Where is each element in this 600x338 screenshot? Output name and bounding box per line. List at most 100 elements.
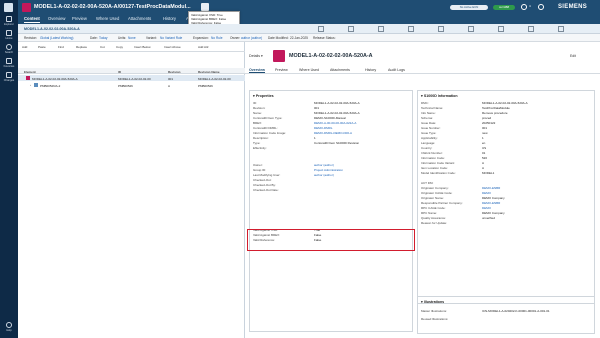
- s1000d-header[interactable]: ▾ S1000D Information: [421, 94, 458, 98]
- property-label: Model Identification Code:: [421, 171, 456, 175]
- property-label: Originator CAGE Code:: [421, 191, 453, 195]
- property-value[interactable]: DEMO-ENBR: [482, 201, 500, 205]
- details-tab-where-used[interactable]: Where Used: [299, 68, 319, 72]
- illustrations-section: ▾ Illustrations Master Illustrations: ICN…: [417, 296, 595, 334]
- nav-home[interactable]: Home: [0, 30, 18, 40]
- property-value[interactable]: author (author): [314, 173, 334, 177]
- home-icon: [6, 30, 12, 36]
- owner-link[interactable]: author (author): [241, 36, 262, 40]
- search-icon: [6, 44, 12, 50]
- user-chip[interactable]: cern388: [493, 5, 515, 10]
- property-label: Type:: [253, 141, 261, 145]
- property-label: Last Modifying User:: [253, 173, 281, 177]
- details-tab-history[interactable]: History: [365, 68, 376, 72]
- action-icon[interactable]: [468, 26, 474, 32]
- nav-explorer[interactable]: Explorer: [0, 16, 18, 26]
- property-label: Cortona3D DMRL:: [253, 126, 278, 130]
- chevron-right-icon[interactable]: ›: [30, 83, 31, 87]
- tab-where-used[interactable]: Where Used: [96, 16, 119, 21]
- property-label: RPC Name:: [421, 211, 438, 215]
- property-value[interactable]: DEMO: [482, 206, 491, 210]
- details-tab-overview[interactable]: Overview: [249, 68, 265, 73]
- property-value: US: [482, 146, 487, 150]
- details-tab-attachments[interactable]: Attachments: [330, 68, 350, 72]
- tree-header: Element ID Revision Revision Name: [18, 68, 245, 74]
- settings-icon[interactable]: [538, 4, 544, 10]
- property-value: MODEL1-A-02-02-02-00A-520A-A: [314, 111, 360, 115]
- property-label: Checked-Out Date:: [253, 188, 279, 192]
- property-value[interactable]: DEMO-ENBR: [482, 186, 500, 190]
- property-label: InWork Number:: [421, 151, 443, 155]
- property-value[interactable]: DEMO-DMRL: [314, 126, 333, 130]
- units-select[interactable]: None: [128, 36, 136, 40]
- details-tab-audit-logs[interactable]: Audit Logs: [388, 68, 405, 72]
- variant-select[interactable]: No Variant Rule: [160, 36, 182, 40]
- property-label: Technical Name:: [421, 106, 444, 110]
- date-select[interactable]: Today: [99, 36, 108, 40]
- tab-history[interactable]: History: [163, 16, 176, 21]
- edit-button[interactable]: Edit: [570, 54, 576, 58]
- replace-button[interactable]: Replace: [76, 45, 87, 49]
- property-label: DMC:: [421, 101, 429, 105]
- notifications-icon[interactable]: [521, 4, 527, 10]
- nav-favorites[interactable]: Favorites: [0, 58, 18, 68]
- nav-changes[interactable]: Changes: [0, 72, 18, 82]
- action-icon[interactable]: [438, 26, 444, 32]
- property-label: ACT DM:: [421, 181, 434, 185]
- action-icon[interactable]: [408, 26, 414, 32]
- details-panel: Details ▾ MODEL1-A-02-02-02-00A-520A-A E…: [245, 42, 600, 338]
- find-button[interactable]: Find: [58, 45, 64, 49]
- tree-toolbar: Add Paste Find Replace Cut Copy Insert B…: [18, 42, 245, 52]
- action-icon[interactable]: [318, 26, 324, 32]
- add-button[interactable]: Add: [22, 45, 27, 49]
- table-row[interactable]: MODEL1-A-02-02-02-00A-520A-A MODEL1-A-02…: [18, 75, 245, 81]
- config-bar: Revision: Global (Latest Working) Date: …: [18, 34, 600, 42]
- add-attr-button[interactable]: Add Attr: [198, 45, 209, 49]
- property-value[interactable]: DEMO-DMRL-DEMO-D00-A: [314, 131, 352, 135]
- property-label: BREX:: [253, 121, 263, 125]
- property-value[interactable]: author (author): [314, 163, 334, 167]
- paste-button[interactable]: Paste: [38, 45, 46, 49]
- tab-preview[interactable]: Preview: [72, 16, 87, 21]
- nav-help[interactable]: Help: [0, 322, 18, 332]
- nav-search[interactable]: Search: [0, 44, 18, 54]
- page-title: MODEL1-A-02-02-02-00A-520A-A/00127-TestP…: [34, 4, 191, 10]
- action-icon[interactable]: [558, 26, 564, 32]
- action-icon[interactable]: [498, 26, 504, 32]
- validation-status-icon[interactable]: [201, 3, 209, 11]
- illustrations-header[interactable]: ▾ Illustrations: [421, 300, 444, 304]
- cut-button[interactable]: Cut: [100, 45, 105, 49]
- property-value[interactable]: DEMO-A-00-00-00-00A-022A-A: [314, 121, 356, 125]
- properties-header[interactable]: ▾ Properties: [253, 94, 274, 98]
- revision-rule-select[interactable]: Global (Latest Working): [40, 36, 73, 40]
- toolbar-actions: [318, 26, 596, 32]
- tab-overview[interactable]: Overview: [48, 16, 65, 21]
- property-label: Schema:: [421, 116, 433, 120]
- insert-below-button[interactable]: Insert Below: [134, 45, 151, 49]
- details-tab-preview[interactable]: Preview: [275, 68, 288, 72]
- details-toggle[interactable]: Details ▾: [249, 54, 263, 58]
- brand-logo: SIEMENS: [558, 4, 588, 10]
- expansion-select[interactable]: No Rule: [211, 36, 223, 40]
- action-icon[interactable]: [528, 26, 534, 32]
- tab-content[interactable]: Content: [24, 16, 40, 23]
- insert-above-button[interactable]: Insert Above: [164, 45, 181, 49]
- property-value: DEMO-S1000D-Manual: [314, 116, 346, 120]
- header-bar: MODEL1-A-02-02-02-00A-520A-A/00127-TestP…: [18, 0, 600, 15]
- property-label: Effectivity:: [253, 146, 267, 150]
- copy-button[interactable]: Copy: [116, 45, 123, 49]
- action-icon[interactable]: [348, 26, 354, 32]
- breadcrumb[interactable]: MODEL1-A-02-02-02-00A-520A-A: [24, 27, 80, 31]
- no-active-ecn-chip[interactable]: No Active ECN: [450, 5, 488, 10]
- tab-attachments[interactable]: Attachments: [128, 16, 151, 21]
- table-row[interactable]: › PMB00526/A-2 PMB00526 A PMB00526: [18, 82, 245, 88]
- property-label: Issue Number:: [421, 126, 441, 130]
- property-label: Originator Name:: [421, 196, 444, 200]
- property-label: Master Illustrations:: [421, 309, 448, 313]
- property-value[interactable]: DEMO: [482, 191, 491, 195]
- property-value: new: [482, 131, 488, 135]
- property-label: Revision:: [253, 106, 266, 110]
- property-value[interactable]: Project Administration: [314, 168, 343, 172]
- item-type-icon: [22, 3, 31, 12]
- action-icon[interactable]: [378, 26, 384, 32]
